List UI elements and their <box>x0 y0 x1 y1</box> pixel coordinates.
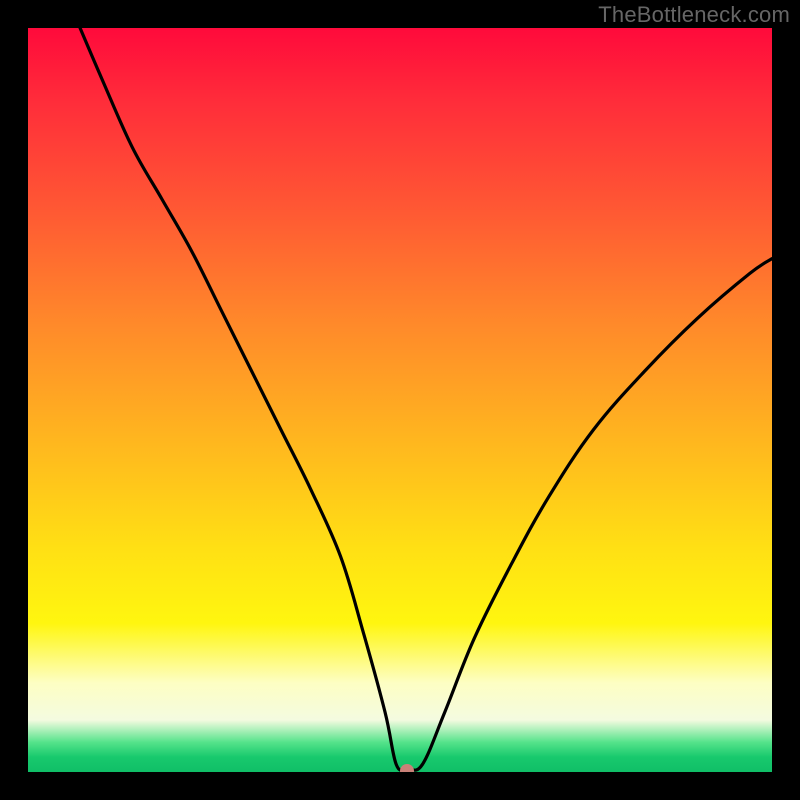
watermark-text: TheBottleneck.com <box>598 2 790 28</box>
chart-frame: TheBottleneck.com <box>0 0 800 800</box>
optimal-point-marker <box>400 764 414 773</box>
bottleneck-curve <box>28 28 772 772</box>
plot-area <box>28 28 772 772</box>
